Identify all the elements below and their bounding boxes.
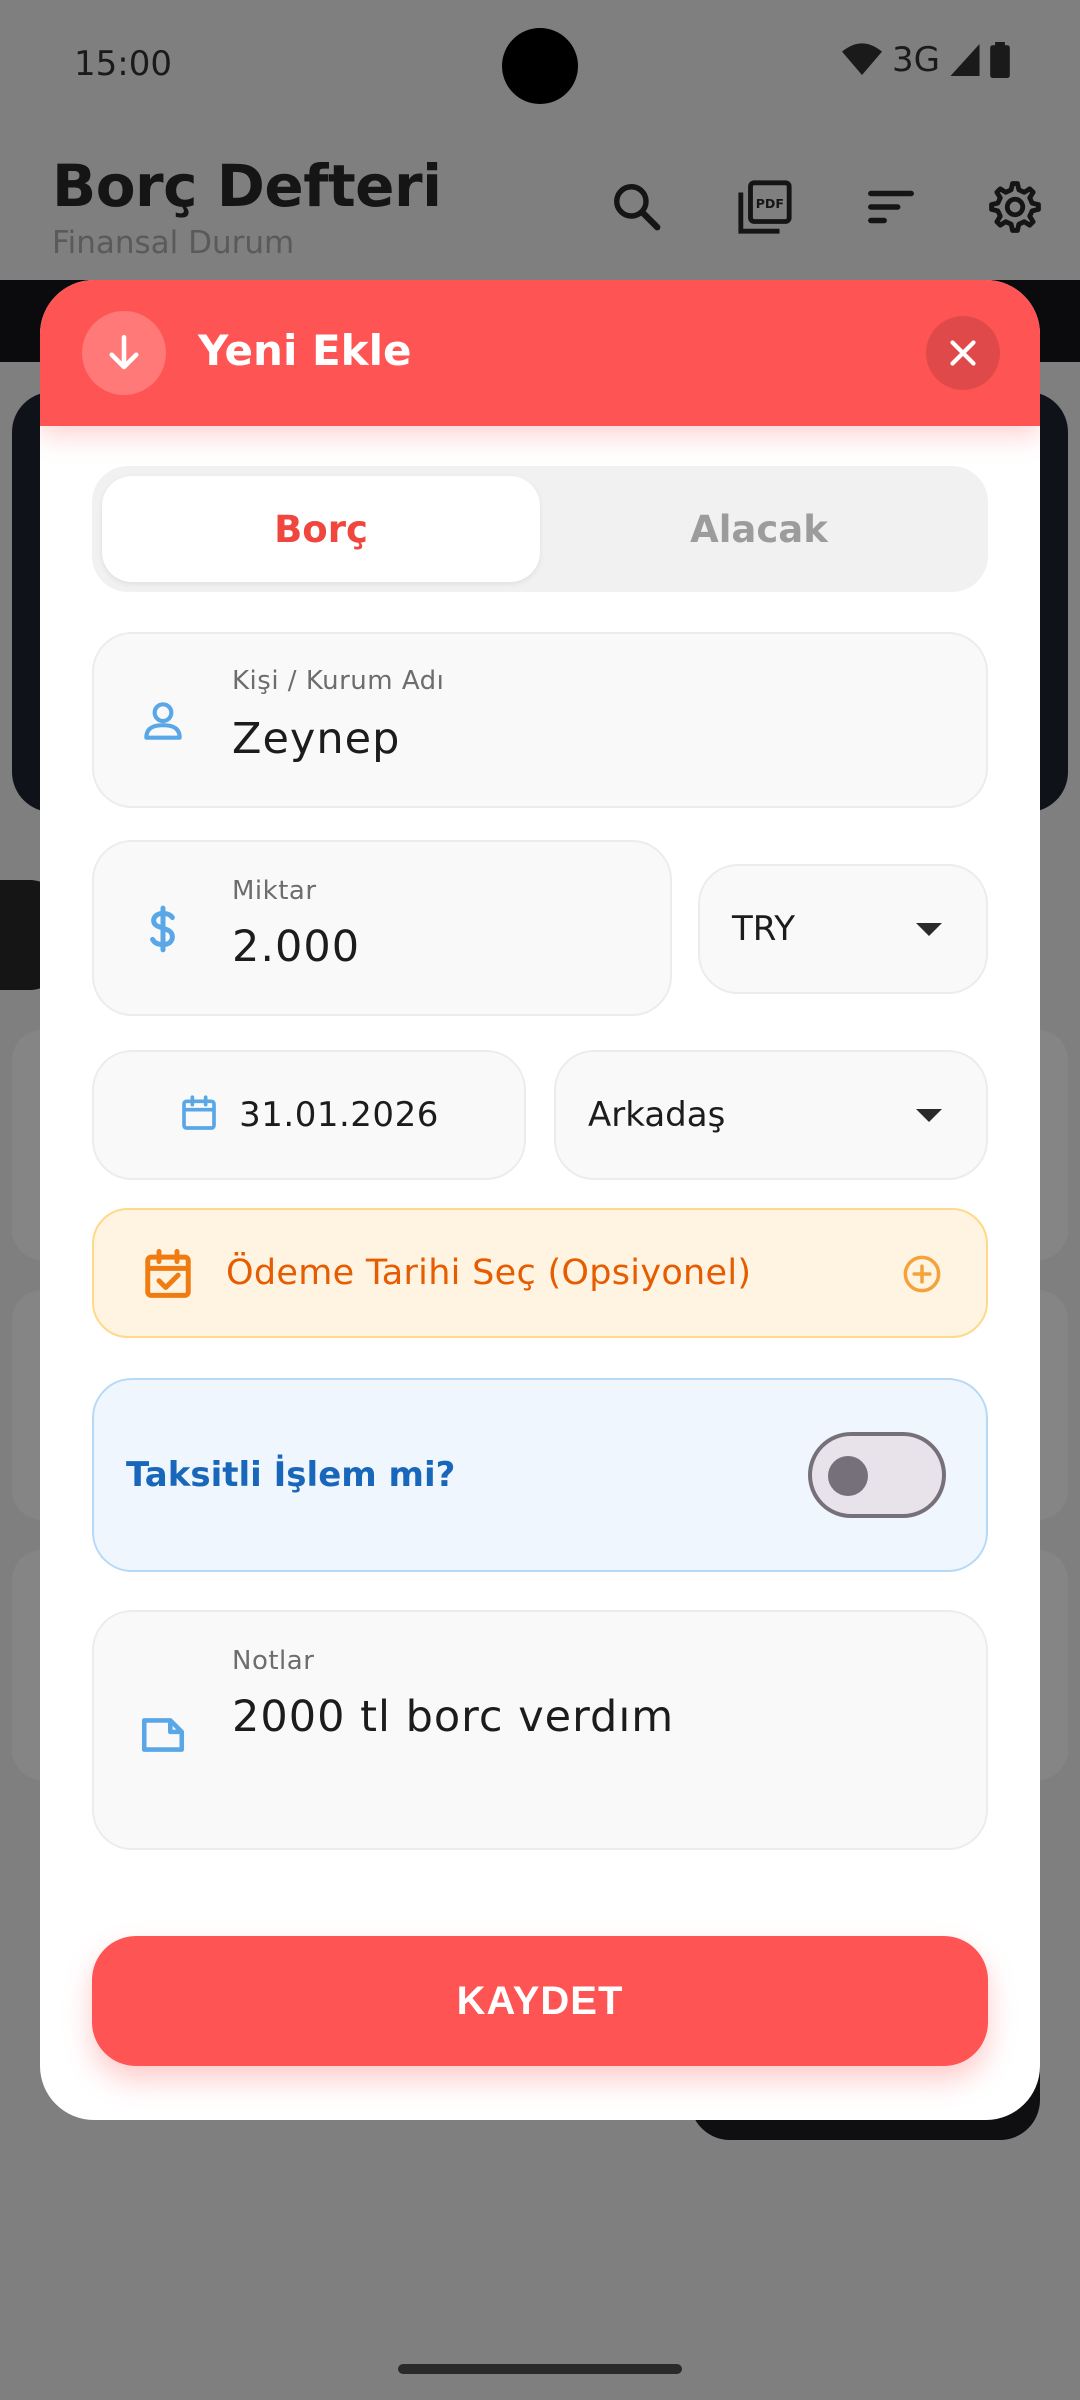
caret-down-icon — [916, 1109, 942, 1122]
tab-borc[interactable]: Borç — [102, 476, 540, 582]
payment-date-button[interactable]: Ödeme Tarihi Seç (Opsiyonel) — [92, 1208, 988, 1338]
close-icon[interactable] — [926, 316, 1000, 390]
dialog-header: Yeni Ekle — [40, 280, 1040, 426]
currency-dropdown[interactable]: TRY — [698, 864, 988, 994]
type-segmented-control: Borç Alacak — [92, 466, 988, 592]
amount-field-label: Miktar — [232, 876, 317, 906]
installment-row: Taksitli İşlem mi? — [92, 1378, 988, 1572]
installment-label: Taksitli İşlem mi? — [126, 1455, 456, 1495]
name-field-value: Zeynep — [232, 714, 401, 764]
amount-field[interactable]: Miktar 2.000 — [92, 840, 672, 1016]
svg-text:PDF: PDF — [756, 196, 784, 211]
date-value: 31.01.2026 — [239, 1095, 439, 1135]
app-subtitle: Finansal Durum — [52, 225, 295, 261]
dollar-icon — [132, 898, 194, 960]
payment-date-label: Ödeme Tarihi Seç (Opsiyonel) — [226, 1253, 752, 1293]
status-bar: 15:00 3G — [0, 0, 1080, 130]
battery-icon — [990, 42, 1010, 78]
gear-icon[interactable] — [980, 172, 1050, 242]
search-icon[interactable] — [602, 172, 672, 242]
home-indicator[interactable] — [398, 2364, 682, 2374]
status-icons: 3G — [842, 40, 1010, 80]
name-field[interactable]: Kişi / Kurum Adı Zeynep — [92, 632, 988, 808]
sort-icon[interactable] — [856, 172, 926, 242]
note-icon — [132, 1704, 194, 1766]
save-button[interactable]: KAYDET — [92, 1936, 988, 2066]
camera-cutout — [502, 28, 578, 104]
person-icon — [132, 690, 194, 752]
app-header: Borç Defteri Finansal Durum PDF — [0, 130, 1080, 280]
plus-circle-icon — [900, 1252, 944, 1296]
arrow-down-icon — [82, 311, 166, 395]
notes-field-value: 2000 tl borc verdım — [232, 1692, 675, 1742]
calendar-check-icon — [138, 1244, 198, 1304]
pdf-icon[interactable]: PDF — [730, 172, 800, 242]
installment-toggle[interactable] — [808, 1432, 946, 1518]
calendar-icon — [179, 1092, 219, 1138]
caret-down-icon — [916, 923, 942, 936]
app-title: Borç Defteri — [52, 152, 442, 220]
status-time: 15:00 — [74, 44, 172, 84]
wifi-icon — [842, 43, 883, 77]
currency-value: TRY — [732, 909, 795, 949]
notes-field-label: Notlar — [232, 1646, 315, 1676]
add-entry-dialog: Yeni Ekle Borç Alacak Kişi / Kurum Adı Z… — [40, 280, 1040, 2120]
date-picker-button[interactable]: 31.01.2026 — [92, 1050, 526, 1180]
amount-field-value: 2.000 — [232, 922, 361, 972]
category-value: Arkadaş — [588, 1095, 726, 1135]
category-dropdown[interactable]: Arkadaş — [554, 1050, 988, 1180]
notes-field[interactable]: Notlar 2000 tl borc verdım — [92, 1610, 988, 1850]
dialog-title: Yeni Ekle — [198, 326, 412, 375]
name-field-label: Kişi / Kurum Adı — [232, 666, 445, 696]
signal-icon — [950, 44, 980, 76]
tab-alacak[interactable]: Alacak — [540, 476, 978, 582]
screen: 15:00 3G Borç Defteri Finansal Durum PDF — [0, 0, 1080, 2400]
toggle-knob — [828, 1456, 868, 1496]
network-type: 3G — [892, 40, 940, 80]
